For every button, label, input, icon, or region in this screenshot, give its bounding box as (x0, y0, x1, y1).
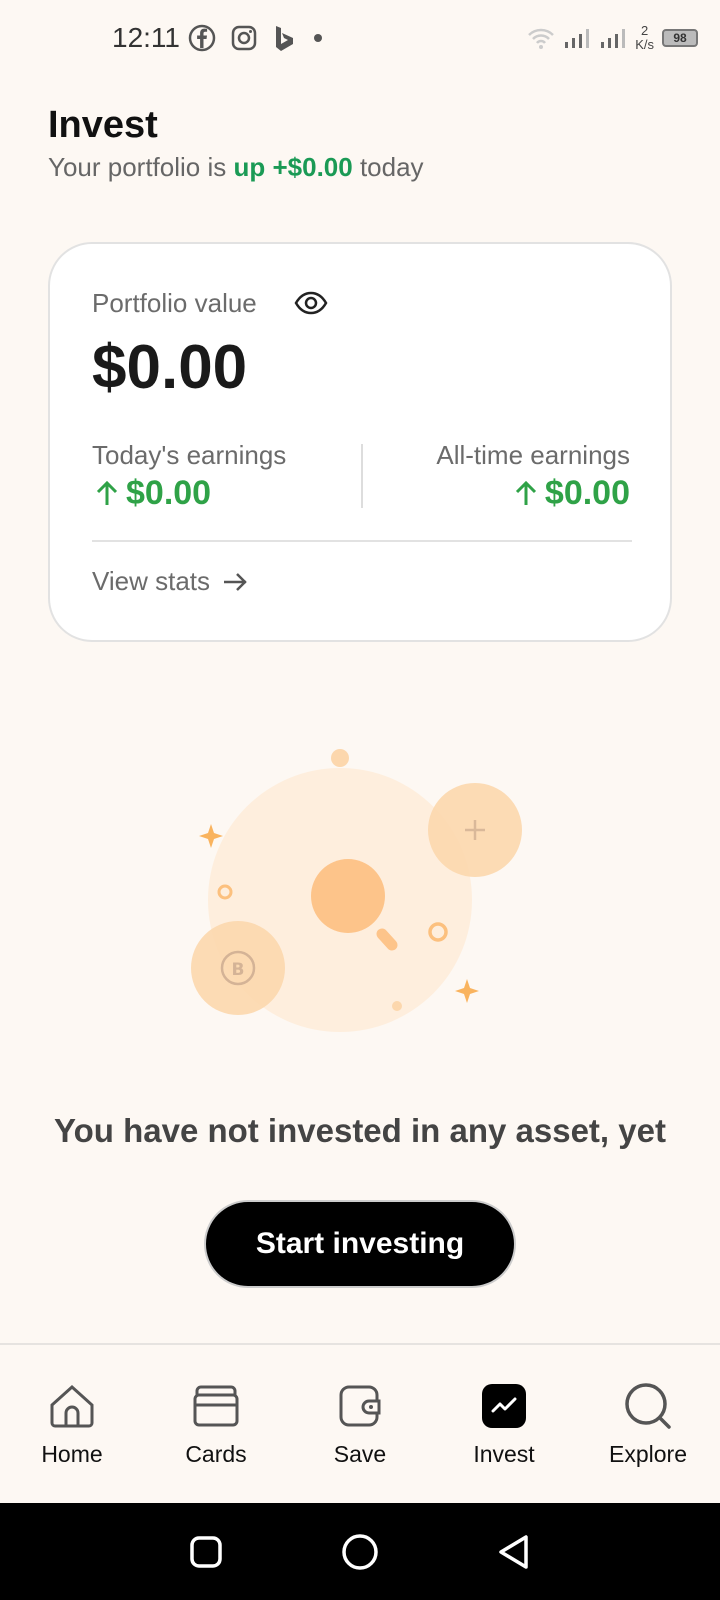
arrow-right-icon (224, 572, 247, 591)
speed-value: 2 (640, 23, 649, 38)
svg-text:B: B (232, 960, 245, 980)
battery-icon: 98 (662, 29, 698, 47)
bottom-nav: Home Cards Save Invest Explore (0, 1343, 720, 1503)
system-nav-bar (0, 1503, 720, 1600)
arrow-up-icon (515, 480, 536, 505)
empty-state-illustration: B (191, 749, 522, 1032)
earnings-divider (361, 444, 363, 508)
portfolio-value-label: Portfolio value (92, 288, 257, 318)
nav-item-invest[interactable]: Invest (432, 1345, 576, 1501)
alltime-earnings-value: $0.00 (544, 474, 630, 512)
alltime-earnings: $0.00 (511, 474, 630, 513)
todays-earnings-label: Today's earnings (92, 440, 287, 470)
page-title: Invest (48, 104, 158, 146)
notification-icons (188, 24, 326, 52)
signal-icon-1 (565, 29, 590, 48)
back-icon[interactable] (496, 1533, 532, 1571)
status-bar: 12:11 2 K/s 98 (0, 0, 720, 80)
system-icons: 2 K/s 98 (527, 24, 698, 52)
arrow-up-icon (96, 480, 118, 505)
instagram-icon (231, 25, 257, 51)
nav-label-invest: Invest (473, 1441, 535, 1467)
start-investing-button[interactable]: Start investing (204, 1200, 516, 1288)
portfolio-value: $0.00 (92, 333, 248, 402)
card-divider (92, 540, 632, 542)
status-time: 12:11 (112, 22, 180, 53)
home-icon (50, 1384, 94, 1428)
nav-item-cards[interactable]: Cards (144, 1345, 288, 1501)
eye-icon[interactable] (294, 288, 328, 318)
subtitle-suffix: today (352, 152, 424, 182)
invest-icon (482, 1384, 526, 1428)
nav-item-home[interactable]: Home (0, 1345, 144, 1501)
view-stats-label: View stats (92, 566, 211, 596)
network-speed: 2 K/s (635, 24, 654, 52)
nav-item-save[interactable]: Save (288, 1345, 432, 1501)
empty-state-message: You have not invested in any asset, yet (54, 1112, 666, 1149)
wifi-icon (528, 28, 555, 49)
nav-label-home: Home (41, 1441, 103, 1467)
bing-icon (276, 26, 293, 51)
todays-earnings-value: $0.00 (126, 474, 212, 512)
nav-label-save: Save (333, 1441, 387, 1467)
nav-label-cards: Cards (185, 1441, 247, 1467)
portfolio-subtitle: Your portfolio is up +$0.00 today (48, 152, 424, 183)
speed-unit: K/s (635, 37, 654, 52)
more-dot-icon (314, 34, 322, 42)
view-stats-link[interactable]: View stats (92, 566, 250, 597)
wallet-icon (339, 1385, 381, 1427)
portfolio-card: Portfolio value $0.00 Today's earnings $… (48, 242, 672, 642)
home-button-icon[interactable] (340, 1532, 380, 1572)
subtitle-change: up +$0.00 (233, 152, 353, 182)
signal-icon-2 (601, 29, 626, 48)
nav-item-explore[interactable]: Explore (576, 1345, 720, 1501)
todays-earnings: $0.00 (92, 474, 211, 513)
recents-icon[interactable] (188, 1534, 224, 1570)
subtitle-prefix: Your portfolio is (48, 152, 234, 182)
alltime-earnings-label: All-time earnings (436, 440, 630, 470)
facebook-icon (188, 24, 216, 52)
search-icon (625, 1383, 671, 1429)
nav-label-explore: Explore (609, 1441, 687, 1467)
cards-icon (193, 1385, 239, 1427)
